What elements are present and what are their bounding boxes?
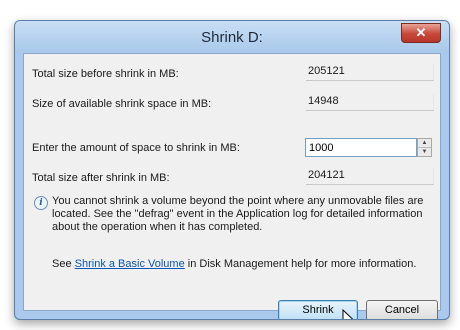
available-space-label: Size of available shrink space in MB: <box>32 98 212 110</box>
info-icon: i <box>34 196 48 210</box>
total-after-value: 204121 <box>306 168 434 185</box>
close-button[interactable]: ✕ <box>401 23 441 43</box>
dialog-title: Shrink D: <box>201 29 263 46</box>
total-before-label: Total size before shrink in MB: <box>32 68 179 80</box>
total-before-value: 205121 <box>306 64 434 81</box>
info-message: You cannot shrink a volume beyond the po… <box>52 195 424 233</box>
shrink-basic-volume-link[interactable]: Shrink a Basic Volume <box>75 258 185 270</box>
close-icon: ✕ <box>415 25 427 40</box>
mouse-pointer-icon <box>342 309 354 319</box>
shrink-amount-spinner[interactable]: ▲ ▼ <box>417 138 432 157</box>
help-prefix: See <box>52 258 75 270</box>
shrink-dialog: Shrink D: ✕ Total size before shrink in … <box>14 20 450 320</box>
shrink-amount-label: Enter the amount of space to shrink in M… <box>32 142 240 154</box>
available-space-value: 14948 <box>306 94 434 111</box>
total-after-label: Total size after shrink in MB: <box>32 172 170 184</box>
dialog-body: Total size before shrink in MB: 205121 S… <box>23 53 441 319</box>
title-bar[interactable]: Shrink D: ✕ <box>15 21 449 53</box>
spin-up-icon[interactable]: ▲ <box>418 139 431 148</box>
cancel-button[interactable]: Cancel <box>366 300 438 319</box>
shrink-amount-input[interactable] <box>305 138 417 157</box>
spin-down-icon[interactable]: ▼ <box>418 148 431 156</box>
help-suffix: in Disk Management help for more informa… <box>184 258 417 270</box>
help-line: See Shrink a Basic Volume in Disk Manage… <box>52 258 416 270</box>
